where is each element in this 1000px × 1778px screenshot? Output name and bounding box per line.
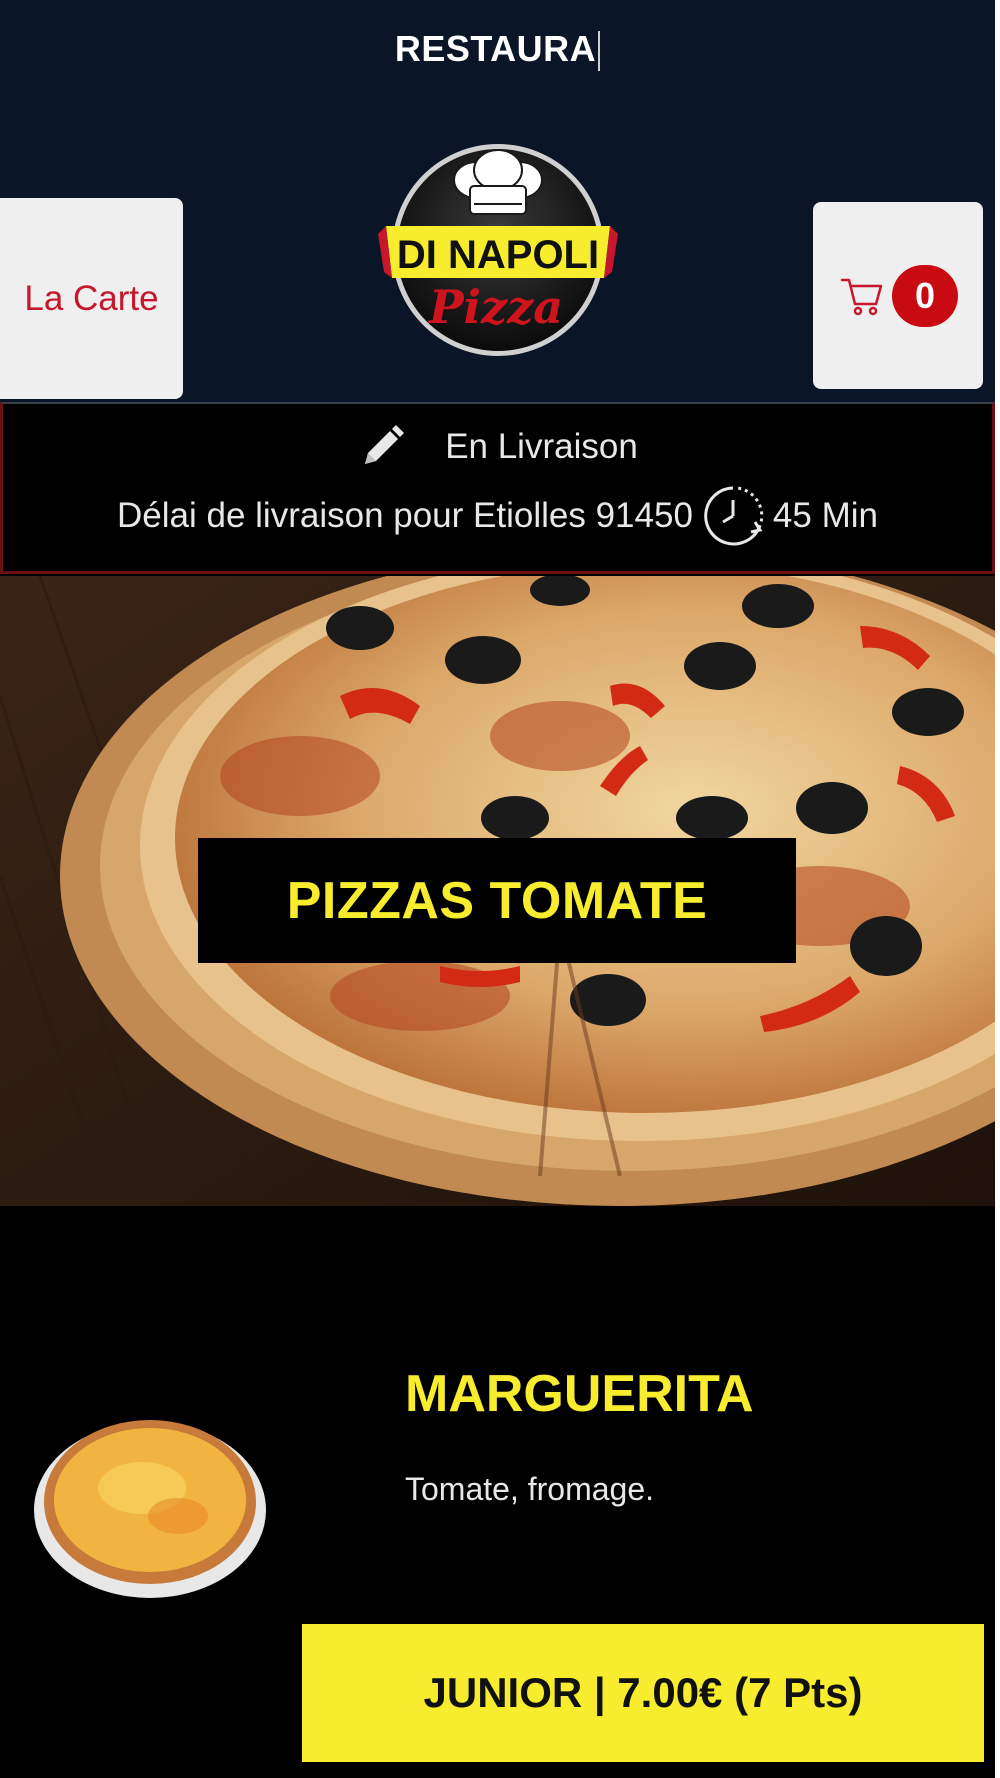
header: RESTAURA La Carte DI NAPOLI Pizza 0: [0, 0, 995, 402]
delivery-time-row: Délai de livraison pour Etiolles 91450 4…: [3, 482, 992, 550]
category-title-text: PIZZAS TOMATE: [286, 871, 708, 930]
pencil-icon[interactable]: [357, 422, 407, 472]
product-card: MARGUERITA Tomate, fromage. JUNIOR | 7.0…: [0, 1206, 995, 1778]
delivery-delay-value: 45 Min: [772, 496, 878, 535]
product-image[interactable]: [32, 1406, 268, 1606]
product-description: Tomate, fromage.: [405, 1471, 654, 1507]
cart-button[interactable]: 0: [813, 202, 983, 389]
logo-script-text: Pizza: [427, 280, 563, 334]
clock-icon: [704, 486, 764, 546]
cart-count-badge: 0: [892, 264, 958, 327]
category-hero: PIZZAS TOMATE: [0, 576, 995, 1206]
page-edge: [995, 0, 1000, 1778]
delivery-info-bar[interactable]: En Livraison Délai de livraison pour Eti…: [0, 402, 995, 574]
delivery-mode-row[interactable]: En Livraison: [3, 422, 992, 472]
header-title: RESTAURA: [394, 28, 597, 69]
menu-button-label: La Carte: [24, 278, 159, 318]
logo-top-text: DI NAPOLI: [397, 233, 599, 277]
menu-button[interactable]: La Carte: [0, 198, 183, 399]
restaurant-logo[interactable]: DI NAPOLI Pizza: [378, 138, 618, 368]
category-title: PIZZAS TOMATE: [198, 838, 796, 963]
app-screen: RESTAURA La Carte DI NAPOLI Pizza 0 En L…: [0, 0, 995, 1778]
cart-icon: [840, 278, 883, 315]
delivery-delay-text: Délai de livraison pour Etiolles 91450: [117, 496, 693, 535]
text-caret: [598, 31, 601, 72]
product-name: MARGUERITA: [405, 1365, 754, 1423]
header-title-wrap: RESTAURA: [0, 28, 995, 72]
add-junior-button[interactable]: JUNIOR | 7.00€ (7 Pts): [302, 1624, 984, 1762]
delivery-mode-label: En Livraison: [445, 427, 638, 466]
price-option-label: JUNIOR | 7.00€ (7 Pts): [423, 1669, 863, 1716]
